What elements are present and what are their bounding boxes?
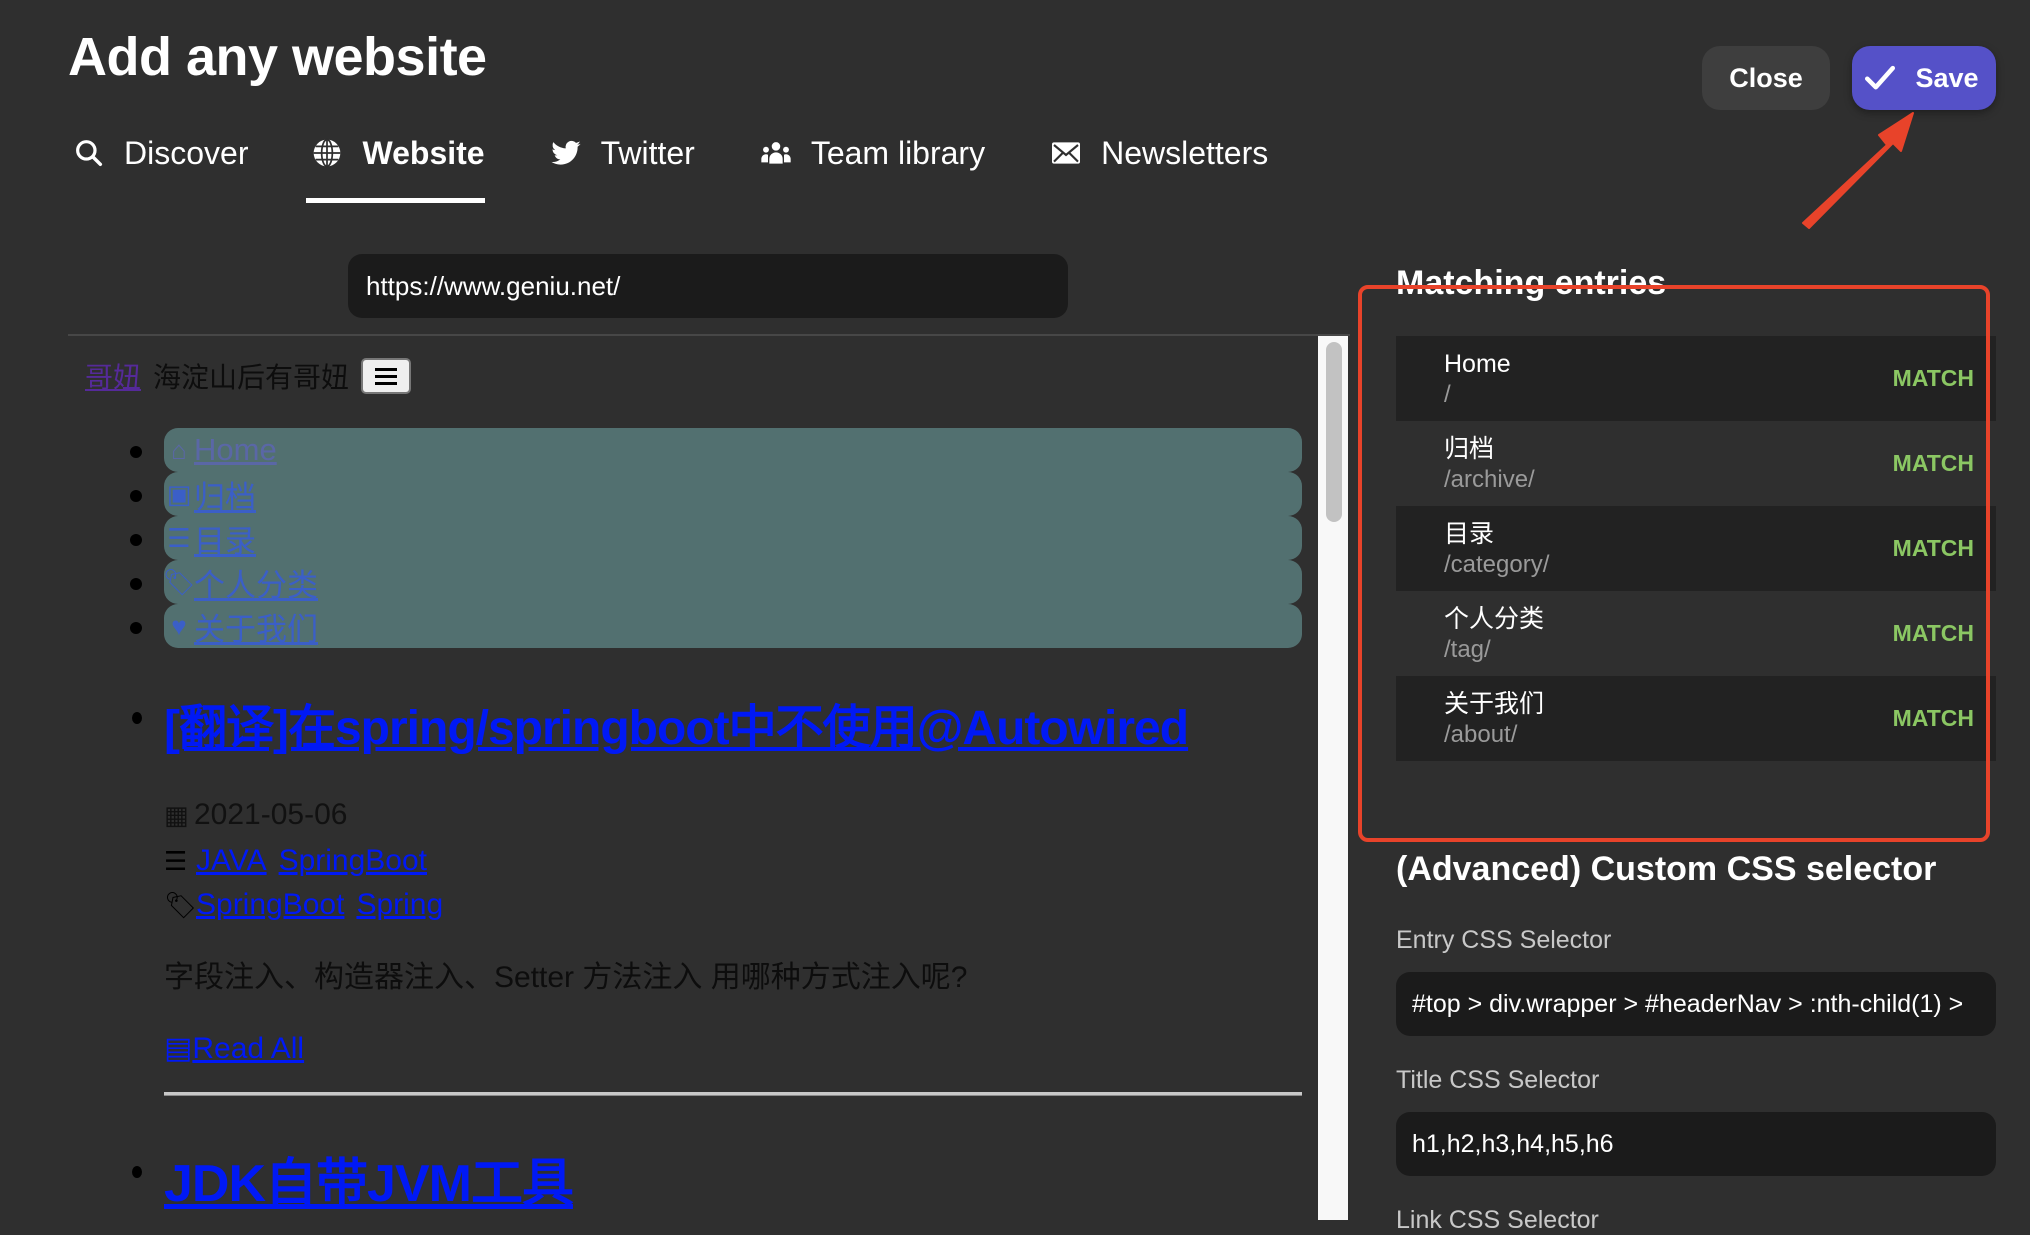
article-date-value: 2021-05-06 <box>194 798 348 831</box>
list-icon: ☰ <box>167 522 191 553</box>
hamburger-menu-icon[interactable] <box>361 358 412 394</box>
category-link[interactable]: SpringBoot <box>279 844 427 878</box>
entry-path: /category/ <box>1444 550 1550 578</box>
tab-discover[interactable]: Discover <box>72 128 248 178</box>
tab-team-library[interactable]: Team library <box>759 128 985 178</box>
tab-label: Discover <box>124 134 249 171</box>
matching-entries-list: Home / MATCH 归档 /archive/ MATCH 目录 /cate… <box>1396 336 1996 761</box>
save-label: Save <box>1915 62 1979 93</box>
search-icon <box>72 136 106 170</box>
close-button[interactable]: Close <box>1702 46 1830 110</box>
site-nav-item-category[interactable]: ☰ 目录 <box>130 516 1302 561</box>
twitter-icon <box>549 136 583 170</box>
save-button[interactable]: Save <box>1852 46 1996 110</box>
article-separator <box>164 1092 1302 1096</box>
list-bullet <box>132 712 142 724</box>
match-badge: MATCH <box>1892 535 1974 561</box>
source-tabs: Discover Website Twitter Team library Ne… <box>72 128 1332 208</box>
site-tagline: 海淀山后有哥妞 <box>153 362 350 393</box>
read-all-label: Read All <box>192 1032 305 1065</box>
tab-twitter[interactable]: Twitter <box>549 128 695 178</box>
entry-path: / <box>1444 380 1451 408</box>
entry-title: Home <box>1444 349 1511 378</box>
article-excerpt: 字段注入、构造器注入、Setter 方法注入 用哪种方式注入呢? <box>164 961 968 994</box>
site-nav: ⌂ Home ▣ 归档 ☰ 目录 🏷︎ 个人分类 ♥ 关于我们 <box>130 428 1302 649</box>
entry-path: /archive/ <box>1444 465 1535 493</box>
globe-icon <box>310 136 344 170</box>
entry-title: 目录 <box>1444 519 1495 548</box>
entry-title: 关于我们 <box>1444 689 1545 718</box>
category-link[interactable]: JAVA <box>196 844 267 878</box>
tag-link[interactable]: SpringBoot <box>196 888 344 922</box>
tab-newsletters[interactable]: Newsletters <box>1049 128 1268 178</box>
entry-selector-label: Entry CSS Selector <box>1396 926 1612 954</box>
site-nav-link[interactable]: 个人分类 <box>194 560 318 605</box>
article-categories: ☰ JAVA SpringBoot <box>164 844 427 878</box>
read-all-link[interactable]: ▤Read All <box>164 1031 304 1066</box>
tab-label: Newsletters <box>1101 134 1269 171</box>
list-bullet <box>132 1166 142 1178</box>
site-nav-link[interactable]: 关于我们 <box>194 604 318 649</box>
users-icon <box>759 136 793 170</box>
title-css-selector-input[interactable] <box>1396 1112 1996 1176</box>
entry-title: 个人分类 <box>1444 604 1545 633</box>
matching-entry[interactable]: Home / MATCH <box>1396 336 1996 421</box>
title-selector-label: Title CSS Selector <box>1396 1066 1600 1094</box>
site-brand-link[interactable]: 哥妞 <box>85 356 141 396</box>
tab-website[interactable]: Website <box>306 128 485 203</box>
heart-icon: ♥ <box>171 610 187 641</box>
home-icon: ⌂ <box>171 434 187 465</box>
preview-scrollbar-thumb[interactable] <box>1326 342 1342 522</box>
advanced-selector-title: (Advanced) Custom CSS selector <box>1396 850 1937 888</box>
entry-path: /about/ <box>1444 720 1518 748</box>
archive-icon: ▣ <box>166 478 192 509</box>
website-url-input[interactable] <box>348 254 1068 318</box>
entry-css-selector-input[interactable] <box>1396 972 1996 1036</box>
match-badge: MATCH <box>1892 620 1974 646</box>
site-nav-link[interactable]: 归档 <box>194 472 256 517</box>
tab-label: Website <box>362 134 485 171</box>
list-icon: ☰ <box>164 845 188 876</box>
site-header: 哥妞 海淀山后有哥妞 <box>85 356 412 396</box>
tag-link[interactable]: Spring <box>356 888 443 922</box>
matching-entry[interactable]: 目录 /category/ MATCH <box>1396 506 1996 591</box>
matching-entry[interactable]: 个人分类 /tag/ MATCH <box>1396 591 1996 676</box>
article-title-link[interactable]: [翻译]在spring/springboot中不使用@Autowired <box>164 688 1189 758</box>
matching-entry[interactable]: 归档 /archive/ MATCH <box>1396 421 1996 506</box>
entry-title: 归档 <box>1444 434 1495 463</box>
page-title: Add any website <box>68 27 487 87</box>
tab-label: Twitter <box>600 134 695 171</box>
matching-entry[interactable]: 关于我们 /about/ MATCH <box>1396 676 1996 761</box>
site-nav-link[interactable]: Home <box>194 432 277 468</box>
site-nav-item-home[interactable]: ⌂ Home <box>130 428 1302 472</box>
article-tags: 🏷︎ SpringBoot Spring <box>164 888 443 922</box>
article-title-link[interactable]: JDK自带JVM工具 <box>164 1141 574 1216</box>
entry-path: /tag/ <box>1444 635 1491 663</box>
match-badge: MATCH <box>1892 705 1974 731</box>
site-nav-item-archive[interactable]: ▣ 归档 <box>130 472 1302 517</box>
site-nav-link[interactable]: 目录 <box>194 516 256 561</box>
article-date: ▦ 2021-05-06 <box>164 798 347 832</box>
match-badge: MATCH <box>1892 450 1974 476</box>
site-nav-item-about[interactable]: ♥ 关于我们 <box>130 604 1302 649</box>
link-selector-label: Link CSS Selector <box>1396 1206 1599 1234</box>
newspaper-icon: ▤ <box>164 1032 193 1065</box>
checkmark-icon <box>1865 65 1896 90</box>
annotation-arrow-icon <box>1802 112 1914 229</box>
tab-label: Team library <box>810 134 986 171</box>
tags-icon: 🏷︎ <box>164 889 198 920</box>
envelope-icon <box>1049 136 1083 170</box>
tags-icon: 🏷︎ <box>162 566 196 597</box>
matching-entries-title: Matching entries <box>1396 264 1667 302</box>
website-preview[interactable]: 哥妞 海淀山后有哥妞 ⌂ Home ▣ 归档 ☰ 目录 🏷︎ 个人分类 ♥ 关于… <box>68 336 1318 1220</box>
site-nav-item-tag[interactable]: 🏷︎ 个人分类 <box>130 560 1302 605</box>
match-badge: MATCH <box>1892 365 1974 391</box>
calendar-icon: ▦ <box>164 799 189 830</box>
